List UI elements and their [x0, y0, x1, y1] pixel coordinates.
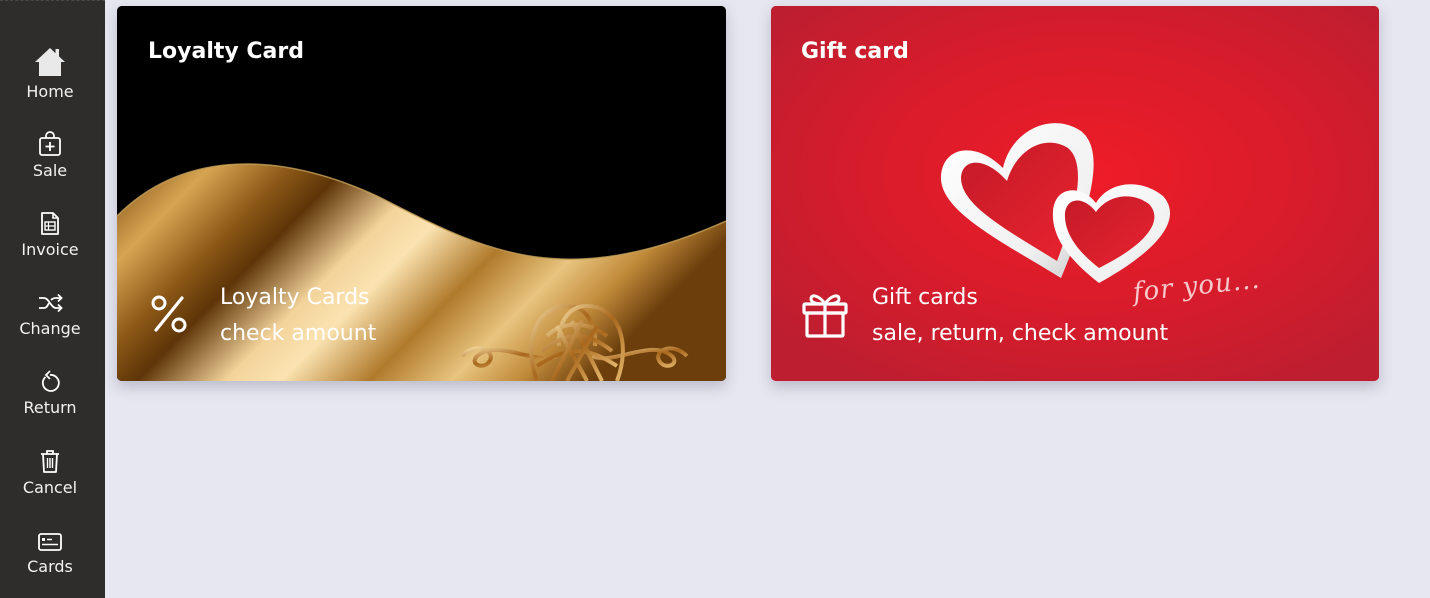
home-icon	[32, 43, 68, 79]
sidebar-item-label: Return	[23, 398, 77, 417]
percent-icon	[149, 292, 189, 340]
sidebar-item-cards[interactable]: Cards	[0, 518, 100, 590]
loyalty-card-description: check amount	[220, 321, 377, 346]
app-window: Home Sale Invoice Change Return Cancel C…	[0, 0, 1430, 598]
gift-card-heading: Gift cards	[872, 285, 978, 310]
sidebar-item-sale[interactable]: Sale	[0, 122, 100, 194]
gift-card-description: sale, return, check amount	[872, 321, 1169, 346]
trash-icon	[38, 439, 62, 475]
shopping-bag-plus-icon	[37, 122, 63, 158]
sidebar-item-label: Sale	[32, 161, 68, 180]
sidebar-item-label: Cancel	[22, 478, 78, 497]
sidebar-item-change[interactable]: Change	[0, 280, 100, 352]
gift-card-title: Gift card	[801, 39, 909, 64]
sidebar-nav: Home Sale Invoice Change Return Cancel C…	[0, 0, 105, 598]
sidebar-item-label: Invoice	[21, 240, 79, 259]
loyalty-card-heading: Loyalty Cards	[220, 285, 370, 310]
shuffle-icon	[36, 280, 64, 316]
sidebar-item-invoice[interactable]: Invoice	[0, 201, 100, 273]
sidebar-item-label: Change	[19, 319, 81, 338]
undo-icon	[37, 359, 63, 395]
card-icon	[36, 518, 64, 554]
gift-card-tile[interactable]: Gift card for you... Gift cards sale, re…	[771, 6, 1379, 381]
sidebar-item-label: Home	[26, 82, 74, 101]
sidebar-item-home[interactable]: Home	[0, 43, 100, 115]
sidebar-item-return[interactable]: Return	[0, 359, 100, 431]
gift-icon	[800, 290, 850, 344]
loyalty-card-tile[interactable]: Loyalty Card Loyalty Cards check amount	[117, 6, 726, 381]
sidebar-item-label: Cards	[27, 557, 73, 576]
sidebar-item-cancel[interactable]: Cancel	[0, 439, 100, 511]
loyalty-card-title: Loyalty Card	[148, 39, 304, 64]
invoice-document-icon	[38, 201, 62, 237]
